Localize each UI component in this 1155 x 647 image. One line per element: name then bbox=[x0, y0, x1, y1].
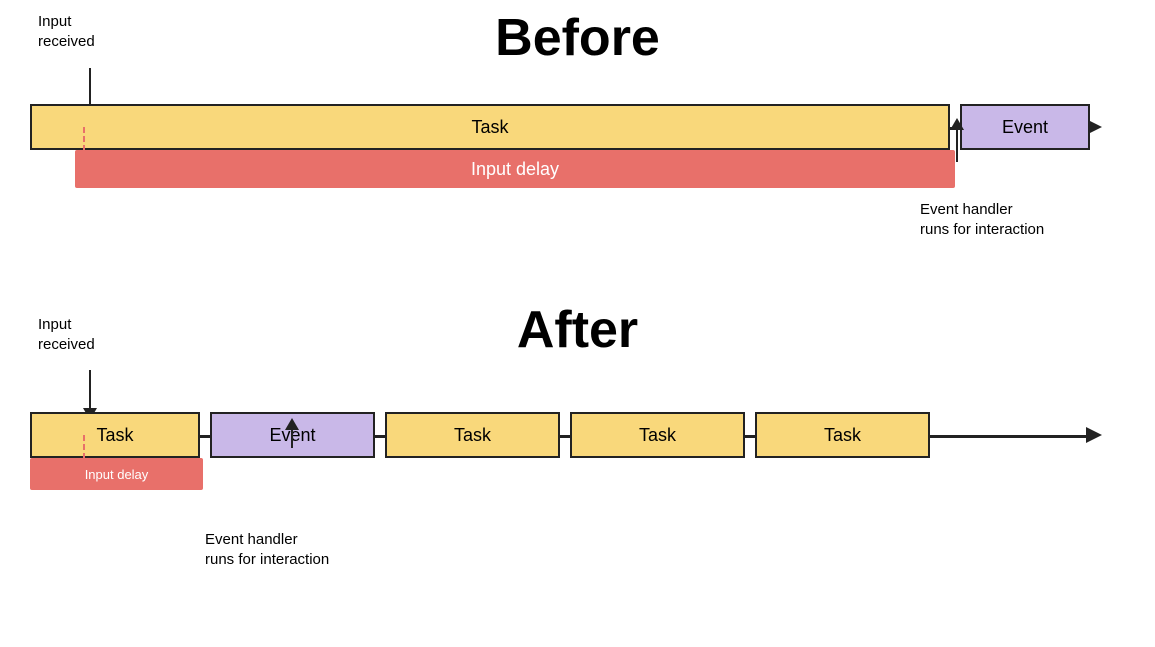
after-task3-block: Task bbox=[570, 412, 745, 458]
before-input-received-label: Input received bbox=[38, 12, 95, 51]
after-timeline-arrow bbox=[1086, 427, 1102, 443]
diagram-container: Before Input received Task Event Input d… bbox=[0, 0, 1155, 647]
after-input-delay-block: Input delay bbox=[30, 458, 203, 490]
after-task1-block: Task bbox=[30, 412, 200, 458]
after-event-arrow bbox=[285, 418, 299, 448]
before-event-handler-label: Event handler runs for interaction bbox=[920, 200, 1044, 239]
before-title: Before bbox=[0, 8, 1155, 68]
before-input-delay-block: Input delay bbox=[75, 150, 955, 188]
before-task-block: Task bbox=[30, 104, 950, 150]
after-title: After bbox=[0, 300, 1155, 360]
after-event-handler-label: Event handler runs for interaction bbox=[205, 530, 329, 569]
before-event-arrow bbox=[950, 118, 964, 162]
before-event-block: Event bbox=[960, 104, 1090, 150]
before-dashed-line bbox=[83, 127, 85, 151]
after-task2-block: Task bbox=[385, 412, 560, 458]
after-dashed-line bbox=[83, 435, 85, 459]
after-input-received-label: Input received bbox=[38, 315, 95, 354]
after-task4-block: Task bbox=[755, 412, 930, 458]
